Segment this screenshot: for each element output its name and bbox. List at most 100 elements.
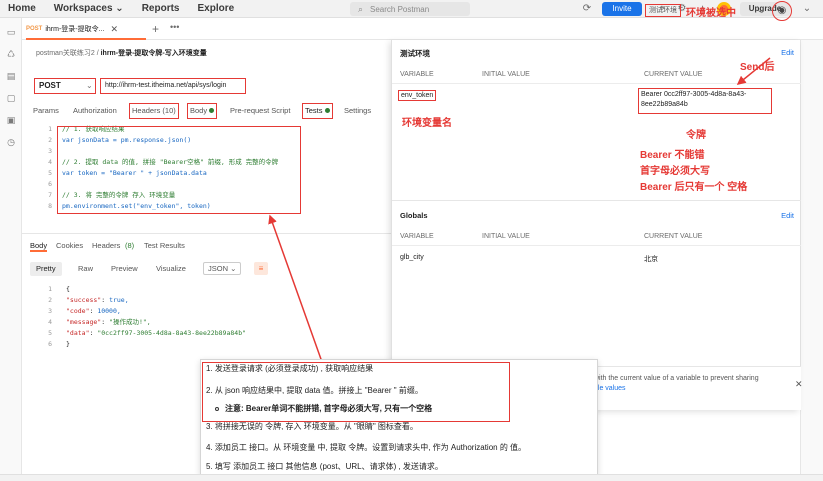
mock-servers-icon[interactable]: ▢: [5, 92, 17, 104]
breadcrumb-collection[interactable]: postman关联练习2: [36, 50, 95, 57]
format-json-select[interactable]: JSON ⌄: [203, 262, 242, 275]
json-value: "0cc2ff97-3005-4d8a-8a43-8ee22b89a84b": [97, 329, 247, 337]
global-variable-name: glb_city: [400, 254, 424, 261]
json-line: 3 "code": 10000,: [32, 306, 121, 316]
tab-pre-request-script[interactable]: Pre-request Script: [230, 103, 290, 119]
tab-method: POST: [26, 26, 43, 32]
json-line: 4 "message": "操作成功!",: [32, 317, 151, 327]
line-number: 1: [48, 285, 52, 293]
close-icon[interactable]: ✕: [795, 379, 803, 390]
tab-authorization[interactable]: Authorization: [73, 103, 117, 119]
arrow-code: [268, 214, 323, 363]
env-current-value-line1: Bearer 0cc2ff97-3005-4d8a-8a43-: [641, 91, 747, 98]
tab-tests[interactable]: Tests: [302, 103, 333, 119]
tab-tests-label: Tests: [305, 106, 323, 115]
annotation-rule-1: Bearer 不能错: [640, 150, 705, 161]
annotation-token: 令牌: [686, 130, 706, 141]
instructions-highlight-box: [202, 362, 510, 422]
instruction-4: 4. 添加员工 接口。从 环境变量 中, 提取 令牌。设置到请求头中, 作为 A…: [206, 443, 527, 452]
tab-test-results[interactable]: Test Results: [144, 241, 185, 250]
json-text: {: [66, 285, 70, 293]
chevron-down-icon[interactable]: ⌄: [800, 2, 814, 16]
hint-link[interactable]: ble values: [594, 385, 626, 392]
tab-headers[interactable]: Headers (10): [129, 103, 179, 119]
environment-selector[interactable]: 测试环境: [645, 4, 681, 17]
postman-window: Home Workspaces ⌄ Reports Explore ⌕ Sear…: [0, 0, 823, 481]
tab-body[interactable]: Body: [187, 103, 218, 119]
wrap-lines-icon[interactable]: ≡: [254, 262, 268, 275]
line-number: 6: [48, 180, 52, 188]
status-bar: [0, 474, 823, 481]
nav-workspaces[interactable]: Workspaces ⌄: [54, 3, 124, 14]
edit-environment-link[interactable]: Edit: [781, 48, 794, 57]
environment-quick-look-panel: 测试环境 Edit VARIABLE INITIAL VALUE CURRENT…: [391, 40, 803, 410]
collections-icon[interactable]: ▭: [5, 26, 17, 38]
annotation-send-after: Send后: [740, 62, 775, 73]
col-current-value: CURRENT VALUE: [644, 233, 703, 240]
env-current-value-line2: 8ee22b89a84b: [641, 101, 688, 108]
line-number: 7: [48, 191, 52, 199]
tab-body-label: Body: [190, 106, 208, 115]
line-number: 5: [48, 329, 52, 337]
history-icon[interactable]: ◷: [5, 136, 17, 148]
tab-settings[interactable]: Settings: [344, 103, 371, 119]
annotation-rule-3: Bearer 后只有一个 空格: [640, 182, 748, 193]
json-key: "message": [66, 318, 102, 326]
url-input[interactable]: http://ihrm-test.itheima.net/api/sys/log…: [100, 78, 246, 94]
environment-quick-look-button[interactable]: ◉: [772, 1, 792, 21]
line-number: 4: [48, 158, 52, 166]
nav-explore[interactable]: Explore: [198, 3, 235, 14]
json-line: 5 "data": "0cc2ff97-3005-4d8a-8a43-8ee22b…: [32, 328, 246, 338]
line-number: 3: [48, 147, 52, 155]
eye-icon: ◉: [777, 5, 787, 16]
tab-response-headers[interactable]: Headers: [92, 241, 120, 250]
search-placeholder: Search Postman: [370, 4, 430, 14]
col-initial-value: INITIAL VALUE: [482, 71, 530, 78]
format-preview[interactable]: Preview: [111, 262, 138, 276]
request-tab[interactable]: POST ihrm-登录-提取令... ✕: [26, 20, 146, 40]
col-initial-value: INITIAL VALUE: [482, 233, 530, 240]
json-value: true,: [109, 296, 129, 304]
col-variable: VARIABLE: [400, 71, 434, 78]
global-current-value: 北京: [644, 256, 658, 263]
col-variable: VARIABLE: [400, 233, 434, 240]
new-tab-button[interactable]: +: [152, 22, 159, 36]
right-sidebar: [800, 40, 823, 481]
sync-icon[interactable]: ⟳: [580, 2, 594, 16]
tab-cookies[interactable]: Cookies: [56, 241, 83, 250]
environments-icon[interactable]: ▤: [5, 70, 17, 82]
chevron-down-icon: ⌄: [86, 81, 93, 90]
json-text: }: [66, 340, 70, 348]
format-visualize[interactable]: Visualize: [156, 262, 186, 276]
status-dot: [324, 108, 330, 113]
status-dot: [209, 108, 215, 113]
close-icon[interactable]: ✕: [110, 24, 118, 35]
nav-home[interactable]: Home: [8, 3, 36, 14]
line-number: 5: [48, 169, 52, 177]
divider: [392, 200, 801, 201]
line-number: 6: [48, 340, 52, 348]
search-icon: ⌕: [358, 4, 364, 14]
left-rail: ▭ ♺ ▤ ▢ ▣ ◷: [0, 18, 22, 481]
apis-icon[interactable]: ♺: [5, 48, 17, 60]
json-value: "操作成功!",: [109, 318, 151, 326]
edit-globals-link[interactable]: Edit: [781, 211, 794, 220]
breadcrumb: postman关联练习2 / ihrm-登录-提取令牌-写入环境变量: [36, 48, 207, 58]
tab-response-body[interactable]: Body: [30, 241, 48, 252]
chevron-down-icon[interactable]: ⌄: [756, 4, 764, 15]
json-key: "code": [66, 307, 90, 315]
hint-text: with the current value of a variable to …: [594, 375, 759, 382]
format-pretty[interactable]: Pretty: [30, 262, 62, 276]
search-input[interactable]: ⌕ Search Postman: [350, 2, 470, 16]
format-raw[interactable]: Raw: [78, 262, 93, 276]
annotation-env-var-name: 环境变量名: [402, 118, 452, 129]
env-current-value-box: Bearer 0cc2ff97-3005-4d8a-8a43- 8ee22b89…: [638, 88, 772, 114]
tab-params[interactable]: Params: [33, 103, 59, 119]
tab-title: ihrm-登录-提取令...: [45, 26, 105, 33]
env-variable-name: env_token: [398, 90, 437, 101]
invite-button[interactable]: Invite: [602, 2, 642, 16]
monitors-icon[interactable]: ▣: [5, 114, 17, 126]
json-key: "success": [66, 296, 102, 304]
more-tabs-button[interactable]: •••: [170, 22, 179, 32]
nav-reports[interactable]: Reports: [142, 3, 180, 14]
